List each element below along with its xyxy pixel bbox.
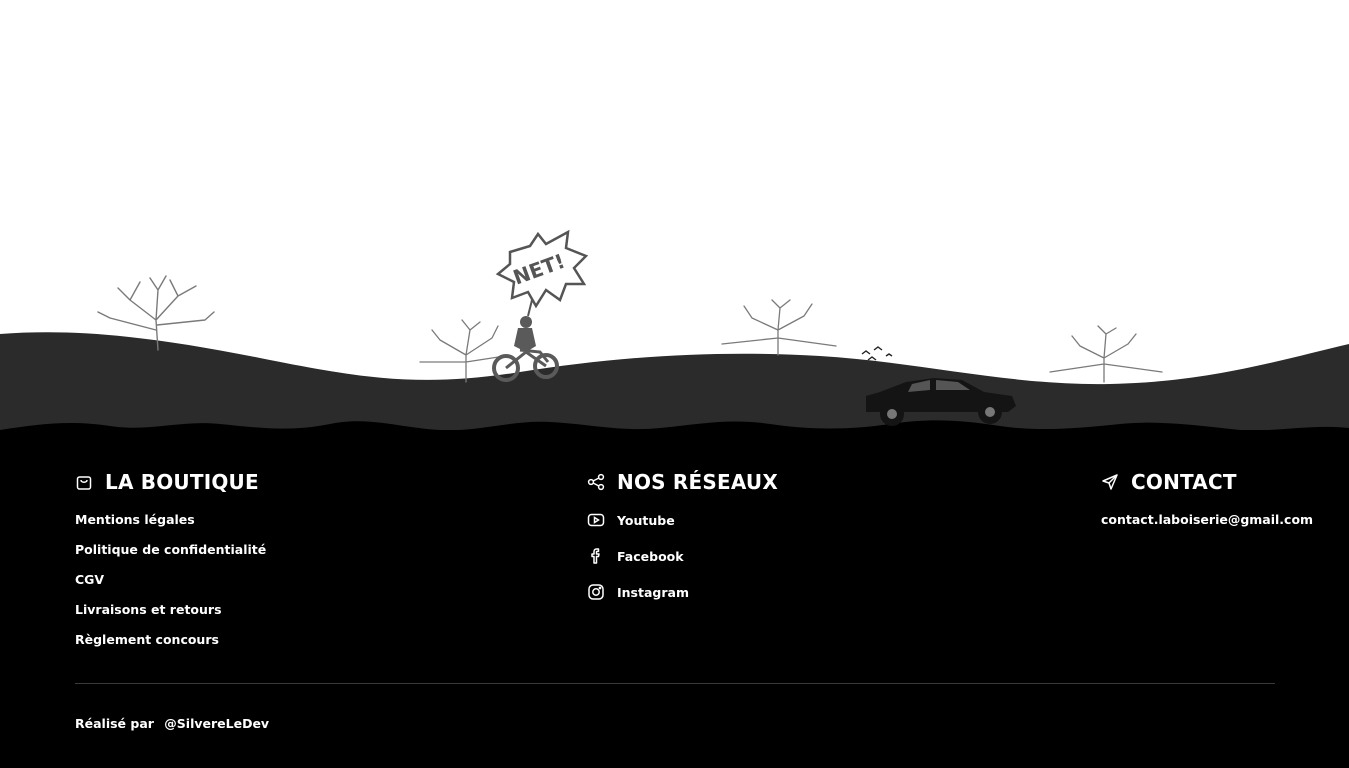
- boutique-column: LA BOUTIQUE Mentions légales Politique d…: [75, 470, 266, 660]
- contact-title: CONTACT: [1131, 470, 1237, 494]
- facebook-link[interactable]: Facebook: [587, 538, 778, 574]
- tree-center-left: [419, 319, 506, 383]
- reseaux-title: NOS RÉSEAUX: [617, 470, 778, 494]
- youtube-label: Youtube: [617, 512, 675, 528]
- credit-prefix: Réalisé par: [75, 716, 154, 731]
- send-icon: [1101, 473, 1119, 491]
- facebook-icon: [587, 547, 605, 565]
- contact-column: CONTACT contact.laboiserie@gmail.com: [1101, 470, 1313, 530]
- shopping-bag-icon: [75, 473, 93, 491]
- tree-center: [721, 299, 837, 356]
- tree-right: [1049, 325, 1163, 383]
- footer-credit: Réalisé par @SilvereLeDev: [75, 716, 269, 731]
- landscape-illustration: NET!: [0, 229, 1349, 440]
- footer-divider: [75, 683, 1275, 684]
- credit-author-link[interactable]: @SilvereLeDev: [164, 716, 269, 731]
- social-links: Youtube Facebook Instagram: [587, 502, 778, 610]
- boutique-links: Mentions légales Politique de confidenti…: [75, 510, 266, 660]
- cgv-link[interactable]: CGV: [75, 570, 266, 600]
- reseaux-column: NOS RÉSEAUX Youtube Facebook Instagram: [587, 470, 778, 610]
- birds: [861, 346, 893, 361]
- mentions-legales-link[interactable]: Mentions légales: [75, 510, 266, 540]
- youtube-icon: [587, 511, 605, 529]
- boutique-heading: LA BOUTIQUE: [75, 470, 266, 494]
- boutique-title: LA BOUTIQUE: [105, 470, 259, 494]
- speech-bubble: NET!: [495, 229, 589, 317]
- site-footer: LA BOUTIQUE Mentions légales Politique d…: [0, 430, 1349, 768]
- share-icon: [587, 473, 605, 491]
- reglement-concours-link[interactable]: Règlement concours: [75, 630, 266, 660]
- instagram-label: Instagram: [617, 584, 689, 600]
- livraisons-retours-link[interactable]: Livraisons et retours: [75, 600, 266, 630]
- page: NET! LA BOUTIQUE Mentions légales Politi…: [0, 0, 1349, 768]
- reseaux-heading: NOS RÉSEAUX: [587, 470, 778, 494]
- politique-confidentialite-link[interactable]: Politique de confidentialité: [75, 540, 266, 570]
- facebook-label: Facebook: [617, 548, 684, 564]
- instagram-link[interactable]: Instagram: [587, 574, 778, 610]
- instagram-icon: [587, 583, 605, 601]
- contact-heading: CONTACT: [1101, 470, 1313, 494]
- contact-email-link[interactable]: contact.laboiserie@gmail.com: [1101, 510, 1313, 530]
- youtube-link[interactable]: Youtube: [587, 502, 778, 538]
